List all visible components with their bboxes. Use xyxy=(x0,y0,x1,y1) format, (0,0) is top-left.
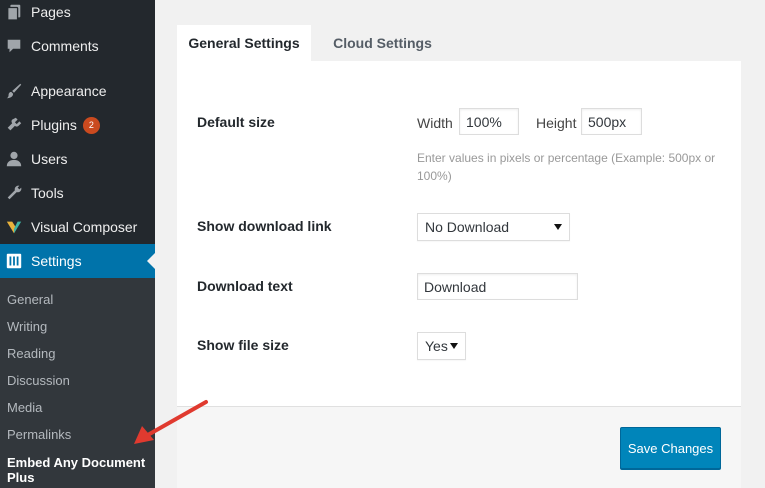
menu-label: Comments xyxy=(31,38,99,54)
submenu-item-embed-any-document-plus[interactable]: Embed Any Document Plus xyxy=(7,455,147,485)
save-changes-button[interactable]: Save Changes xyxy=(620,427,721,469)
users-icon xyxy=(5,150,23,168)
settings-panel: Default size Width Height Enter values i… xyxy=(177,61,741,406)
show-download-link-select[interactable]: No Download xyxy=(417,213,570,241)
menu-item-appearance[interactable]: Appearance xyxy=(0,74,155,108)
menu-label: Appearance xyxy=(31,83,107,99)
download-text-input[interactable] xyxy=(417,273,578,300)
submenu-item-discussion[interactable]: Discussion xyxy=(7,373,70,388)
pages-icon xyxy=(5,3,23,21)
submenu-item-writing[interactable]: Writing xyxy=(7,319,47,334)
menu-item-settings[interactable]: Settings xyxy=(0,244,155,278)
menu-item-tools[interactable]: Tools xyxy=(0,176,155,210)
plugin-icon xyxy=(5,116,23,134)
show-download-link-label: Show download link xyxy=(197,218,332,234)
tab-cloud-settings[interactable]: Cloud Settings xyxy=(311,25,454,61)
settings-submenu: General Writing Reading Discussion Media… xyxy=(0,278,155,488)
submenu-item-reading[interactable]: Reading xyxy=(7,346,55,361)
settings-icon xyxy=(5,252,23,270)
select-value: No Download xyxy=(425,219,510,235)
menu-label: Visual Composer xyxy=(31,219,138,235)
menu-item-comments[interactable]: Comments xyxy=(0,29,155,63)
menu-item-plugins[interactable]: Plugins 2 xyxy=(0,108,155,142)
form-footer: Save Changes xyxy=(177,406,741,488)
width-input[interactable] xyxy=(459,108,519,135)
dropdown-arrow-icon xyxy=(554,224,562,230)
select-value: Yes xyxy=(425,338,448,354)
visual-composer-icon xyxy=(5,218,23,236)
menu-label: Pages xyxy=(31,4,71,20)
dropdown-arrow-icon xyxy=(450,343,458,349)
wrench-icon xyxy=(5,184,23,202)
menu-label: Tools xyxy=(31,185,64,201)
update-count-badge: 2 xyxy=(82,116,100,134)
submenu-item-media[interactable]: Media xyxy=(7,400,42,415)
download-text-label: Download text xyxy=(197,278,293,294)
menu-label: Plugins xyxy=(31,117,77,133)
submenu-item-general[interactable]: General xyxy=(7,292,53,307)
show-file-size-label: Show file size xyxy=(197,337,289,353)
show-file-size-select[interactable]: Yes xyxy=(417,332,466,360)
admin-sidebar: Pages Comments Appearance Plugins 2 User… xyxy=(0,0,155,488)
menu-item-visual-composer[interactable]: Visual Composer xyxy=(0,210,155,244)
menu-item-pages[interactable]: Pages xyxy=(0,0,155,29)
default-size-label: Default size xyxy=(197,114,275,130)
submenu-item-permalinks[interactable]: Permalinks xyxy=(7,427,71,442)
tab-general-settings[interactable]: General Settings xyxy=(177,25,311,61)
height-input[interactable] xyxy=(581,108,642,135)
height-label: Height xyxy=(536,115,577,131)
brush-icon xyxy=(5,82,23,100)
width-label: Width xyxy=(417,115,453,131)
comments-icon xyxy=(5,37,23,55)
size-hint-text: Enter values in pixels or percentage (Ex… xyxy=(417,151,716,183)
menu-item-users[interactable]: Users xyxy=(0,142,155,176)
menu-label: Settings xyxy=(31,253,82,269)
menu-label: Users xyxy=(31,151,68,167)
